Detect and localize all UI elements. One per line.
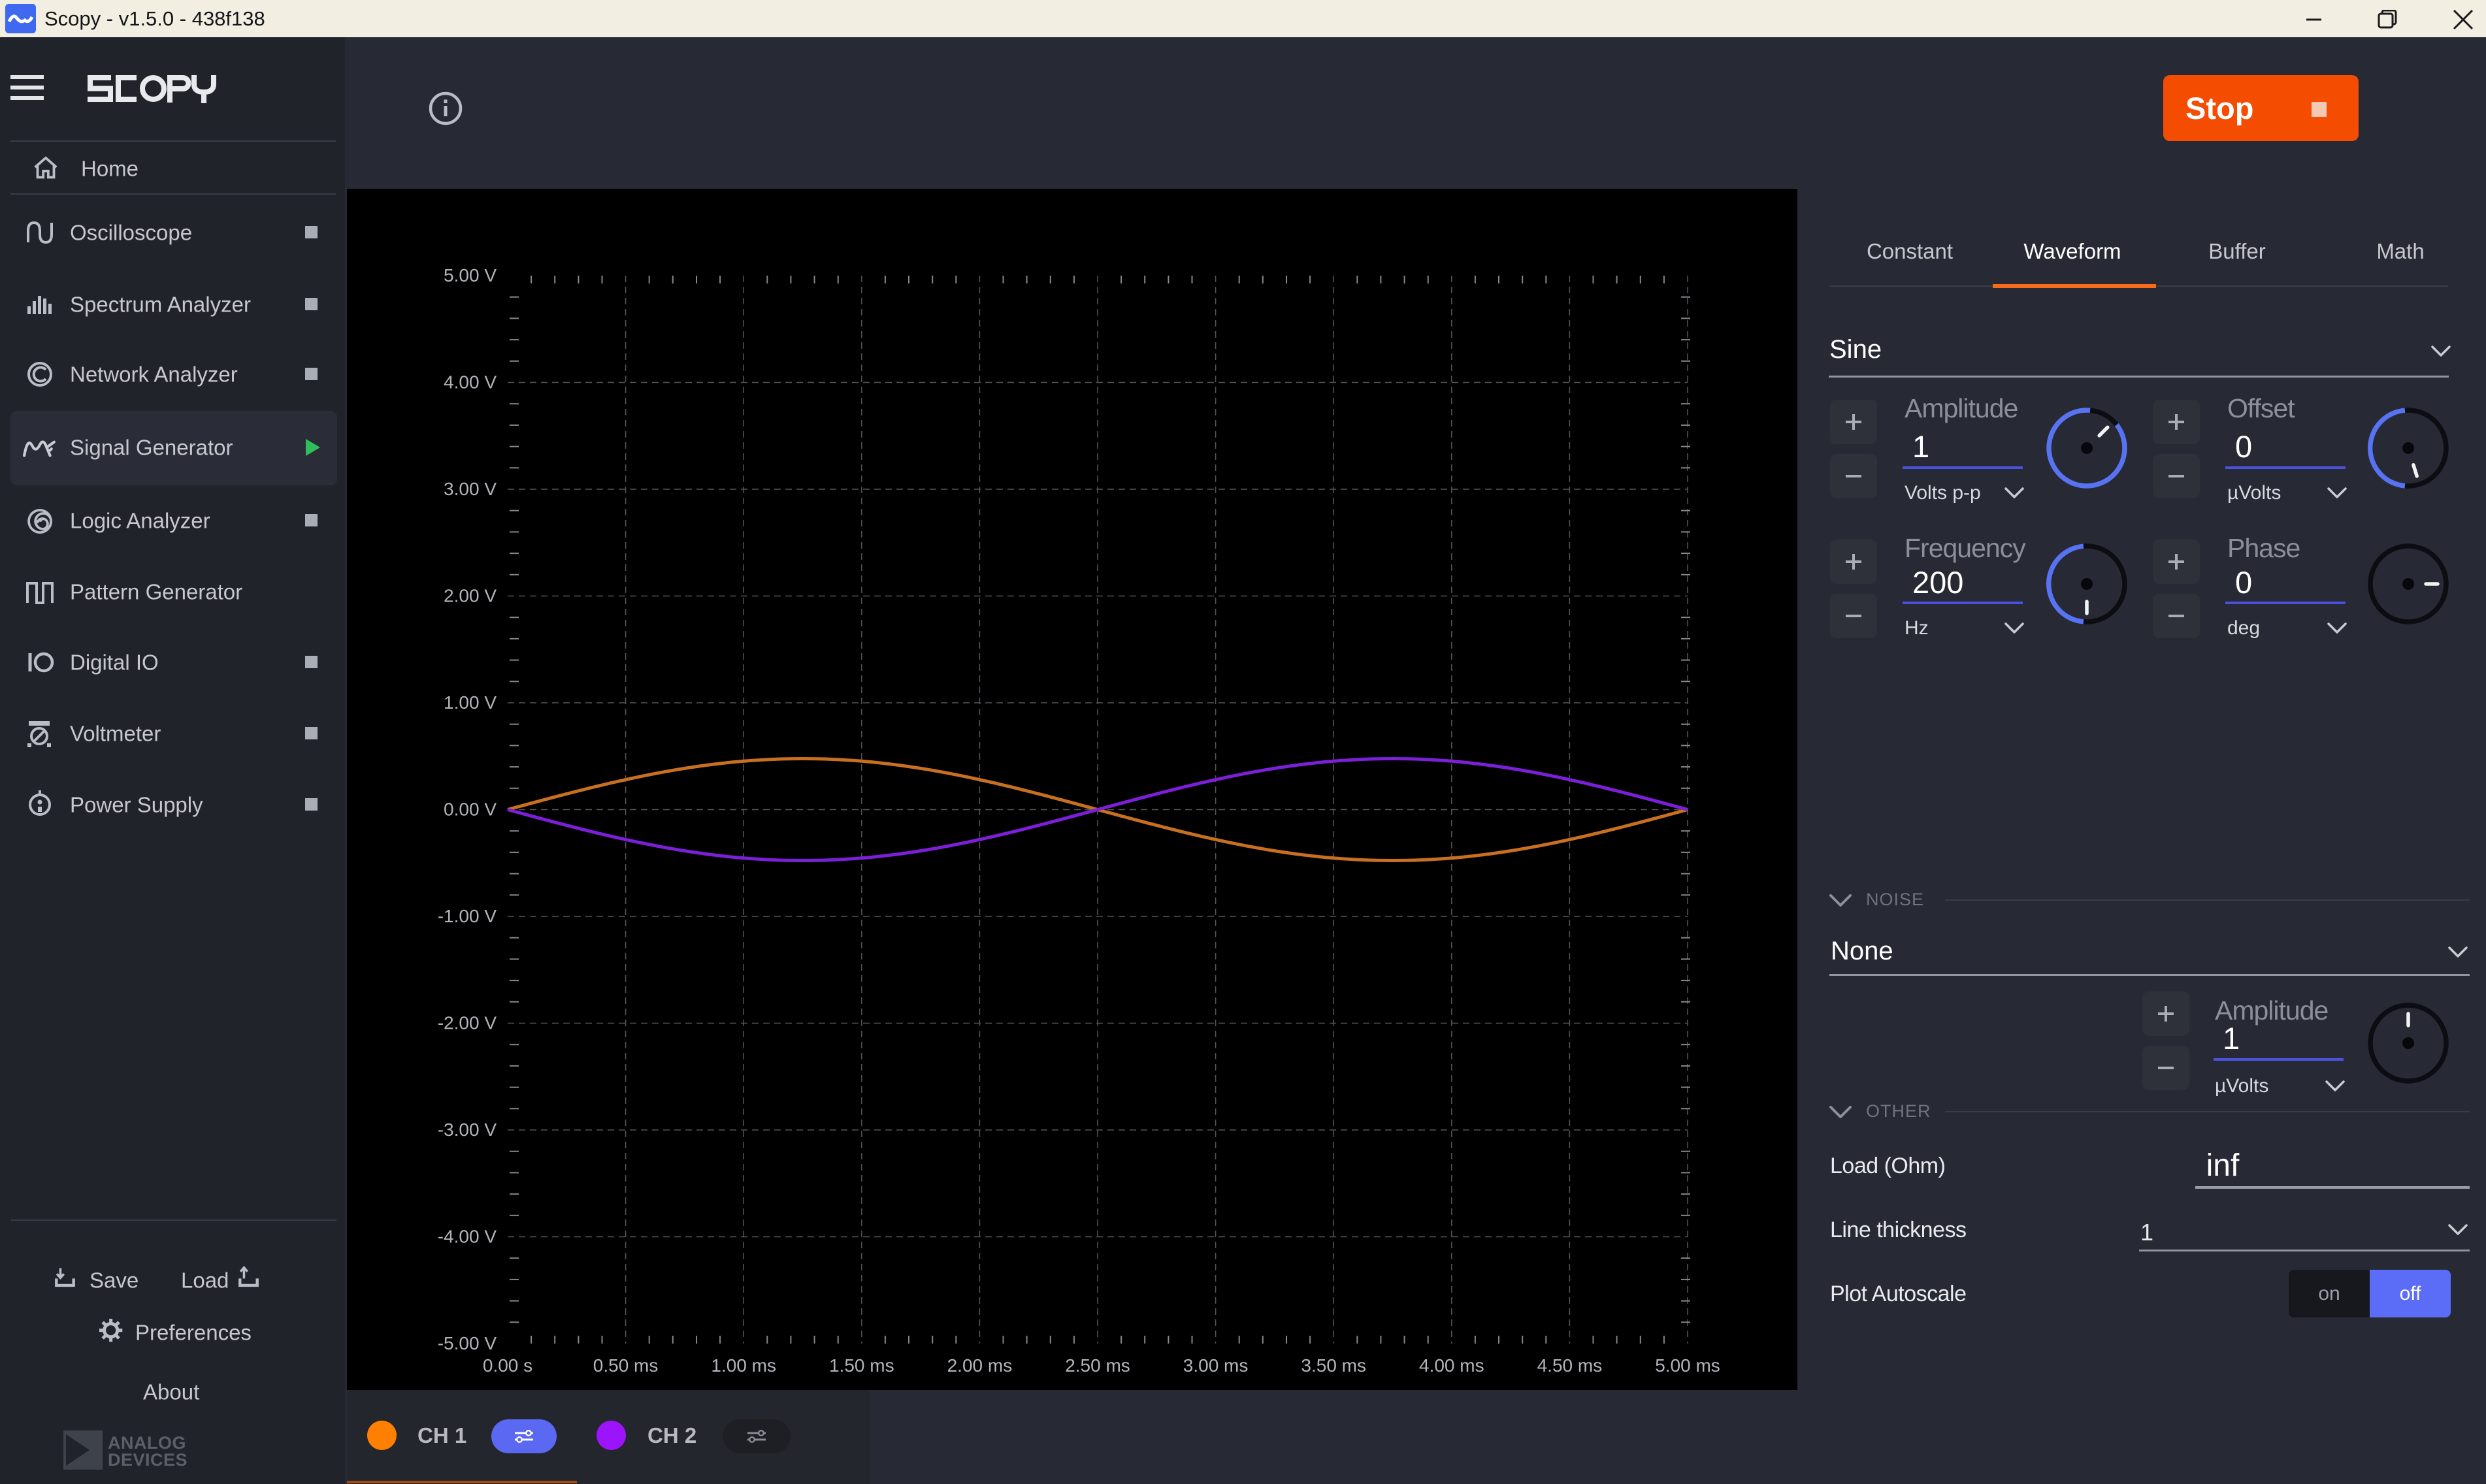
svg-text:2.00 ms: 2.00 ms [947,1355,1013,1376]
svg-text:-5.00 V: -5.00 V [438,1333,497,1353]
svg-text:5.00 ms: 5.00 ms [1655,1355,1720,1376]
svg-text:0.00 V: 0.00 V [444,799,497,820]
svg-text:3.00 V: 3.00 V [444,479,497,499]
svg-text:4.50 ms: 4.50 ms [1537,1355,1603,1376]
svg-text:4.00 V: 4.00 V [444,372,497,393]
svg-text:2.50 ms: 2.50 ms [1065,1355,1130,1376]
svg-text:3.00 ms: 3.00 ms [1183,1355,1249,1376]
svg-text:-3.00 V: -3.00 V [438,1120,497,1140]
svg-text:-2.00 V: -2.00 V [438,1013,497,1033]
svg-text:3.50 ms: 3.50 ms [1301,1355,1366,1376]
svg-text:4.00 ms: 4.00 ms [1419,1355,1484,1376]
svg-text:-1.00 V: -1.00 V [438,906,497,926]
svg-text:2.00 V: 2.00 V [444,586,497,606]
svg-text:1.00 V: 1.00 V [444,692,497,713]
svg-text:5.00 V: 5.00 V [444,265,497,285]
svg-text:1.50 ms: 1.50 ms [829,1355,894,1376]
svg-text:-4.00 V: -4.00 V [438,1227,497,1247]
svg-text:0.00 s: 0.00 s [483,1355,532,1376]
svg-text:0.50 ms: 0.50 ms [593,1355,659,1376]
svg-text:1.00 ms: 1.00 ms [711,1355,776,1376]
